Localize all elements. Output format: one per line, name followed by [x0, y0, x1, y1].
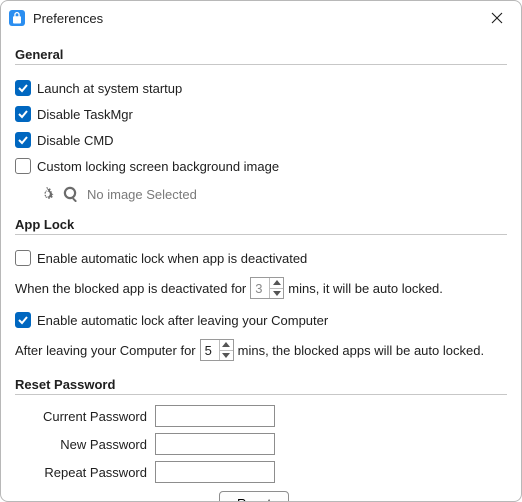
divider — [15, 64, 507, 65]
section-header-reset: Reset Password — [15, 377, 507, 392]
gear-icon[interactable] — [39, 186, 55, 202]
label-launch-startup: Launch at system startup — [37, 81, 182, 96]
input-new-password[interactable] — [155, 433, 275, 455]
divider — [15, 394, 507, 395]
label-autolock-leave: Enable automatic lock after leaving your… — [37, 313, 328, 328]
option-autolock-leave[interactable]: Enable automatic lock after leaving your… — [15, 307, 507, 333]
label-custom-bg: Custom locking screen background image — [37, 159, 279, 174]
option-custom-bg[interactable]: Custom locking screen background image — [15, 153, 507, 179]
label-autolock-deactivated: Enable automatic lock when app is deacti… — [37, 251, 307, 266]
spinner-leave-input[interactable] — [201, 340, 219, 360]
input-repeat-password[interactable] — [155, 461, 275, 483]
checkbox-disable-cmd[interactable] — [15, 132, 31, 148]
close-button[interactable] — [483, 4, 511, 32]
spinner-up-icon[interactable] — [270, 278, 283, 288]
spinner-down-icon[interactable] — [220, 350, 233, 361]
spinner-up-icon[interactable] — [220, 340, 233, 350]
label-repeat-password: Repeat Password — [15, 465, 149, 480]
checkbox-custom-bg[interactable] — [15, 158, 31, 174]
titlebar: Preferences — [1, 1, 521, 35]
image-select-row: No image Selected — [39, 179, 507, 209]
spinner-down-icon[interactable] — [270, 288, 283, 299]
window-body: General Launch at system startup Disable… — [1, 35, 521, 501]
label-new-password: New Password — [15, 437, 149, 452]
divider — [15, 234, 507, 235]
spinner-deactivated-mins[interactable] — [250, 277, 284, 299]
preferences-window: Preferences General Launch at system sta… — [0, 0, 522, 502]
section-header-applock: App Lock — [15, 217, 507, 232]
image-status-text: No image Selected — [87, 187, 197, 202]
reset-button[interactable]: Reset — [219, 491, 289, 501]
label-disable-cmd: Disable CMD — [37, 133, 114, 148]
app-lock-icon — [9, 10, 25, 26]
password-grid: Current Password New Password Repeat Pas… — [15, 405, 507, 483]
checkbox-launch-startup[interactable] — [15, 80, 31, 96]
section-header-general: General — [15, 47, 507, 62]
text-pre-2: After leaving your Computer for — [15, 343, 196, 358]
label-disable-taskmgr: Disable TaskMgr — [37, 107, 133, 122]
input-current-password[interactable] — [155, 405, 275, 427]
magnifier-icon[interactable] — [63, 186, 79, 202]
label-current-password: Current Password — [15, 409, 149, 424]
spinner-deactivated-input[interactable] — [251, 278, 269, 298]
reset-button-row: Reset — [15, 491, 507, 501]
option-launch-startup[interactable]: Launch at system startup — [15, 75, 507, 101]
text-pre-1: When the blocked app is deactivated for — [15, 281, 246, 296]
option-disable-taskmgr[interactable]: Disable TaskMgr — [15, 101, 507, 127]
checkbox-autolock-leave[interactable] — [15, 312, 31, 328]
sentence-leave-timeout: After leaving your Computer for mins, th… — [15, 335, 507, 365]
text-post-1: mins, it will be auto locked. — [288, 281, 443, 296]
spinner-leave-mins[interactable] — [200, 339, 234, 361]
text-post-2: mins, the blocked apps will be auto lock… — [238, 343, 484, 358]
option-disable-cmd[interactable]: Disable CMD — [15, 127, 507, 153]
option-autolock-deactivated[interactable]: Enable automatic lock when app is deacti… — [15, 245, 507, 271]
checkbox-disable-taskmgr[interactable] — [15, 106, 31, 122]
checkbox-autolock-deactivated[interactable] — [15, 250, 31, 266]
window-title: Preferences — [33, 11, 483, 26]
sentence-deactivated-timeout: When the blocked app is deactivated for … — [15, 273, 507, 303]
